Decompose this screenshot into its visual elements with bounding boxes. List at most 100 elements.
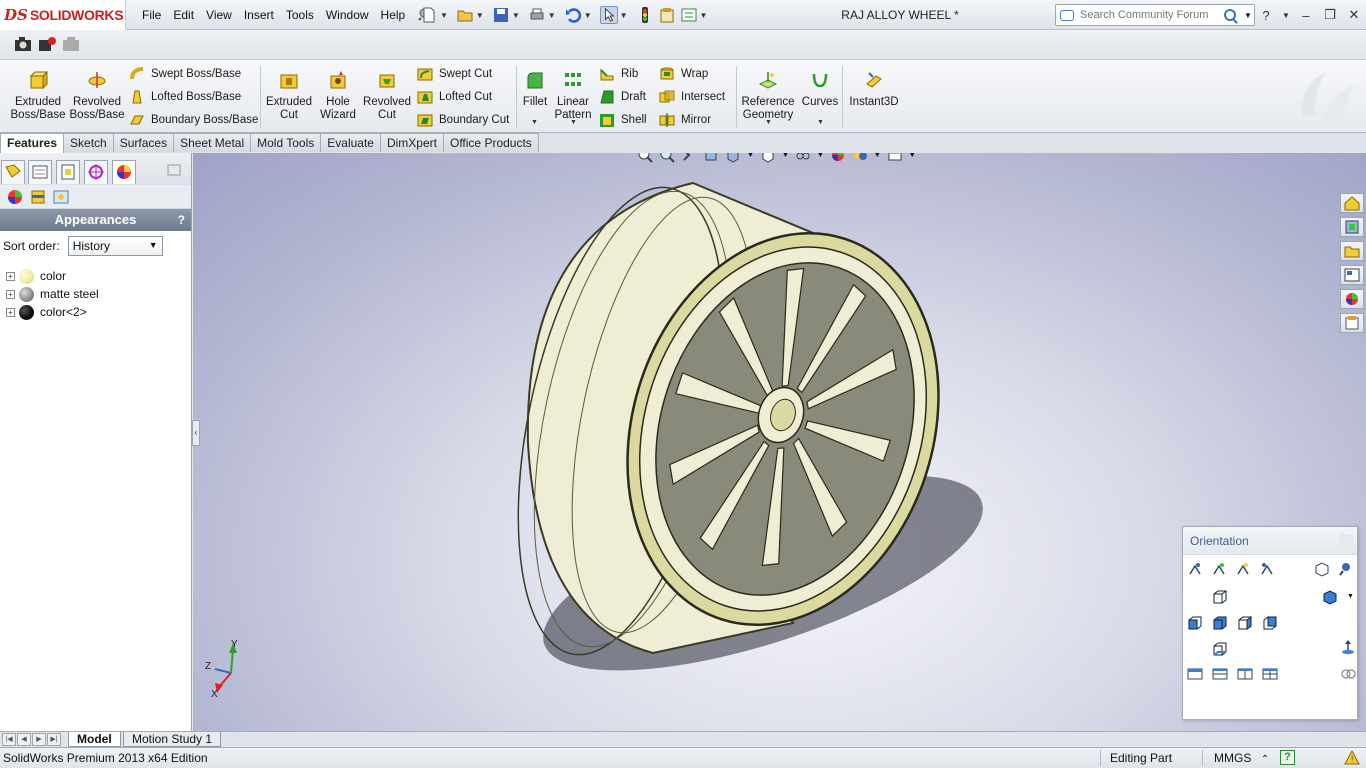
display-style-icon[interactable]	[760, 153, 776, 163]
chevron-down-icon[interactable]: ▼	[476, 11, 484, 20]
chevron-down-icon[interactable]: ▼	[747, 153, 754, 159]
search-box[interactable]: ▼	[1055, 4, 1255, 26]
chevron-down-icon[interactable]: ▼	[700, 11, 708, 20]
custom-properties-icon[interactable]	[1340, 313, 1364, 333]
zoom-to-fit-icon[interactable]	[637, 153, 653, 163]
back-view-icon[interactable]	[1262, 615, 1278, 631]
collapse-panel-handle[interactable]: ‹	[192, 420, 200, 446]
chevron-down-icon[interactable]: ▼	[570, 119, 577, 126]
mirror-button[interactable]: Mirror	[659, 110, 711, 130]
tab-sketch[interactable]: Sketch	[63, 133, 114, 152]
isometric-view-icon[interactable]	[1322, 589, 1338, 605]
apply-scene-icon[interactable]	[852, 153, 868, 163]
chevron-down-icon[interactable]: ▼	[548, 11, 556, 20]
tab-model[interactable]: Model	[68, 732, 121, 747]
print-icon[interactable]	[528, 6, 546, 24]
intersect-button[interactable]: Intersect	[659, 87, 725, 107]
expand-icon[interactable]: +	[6, 271, 15, 281]
rib-button[interactable]: Rib	[599, 64, 638, 84]
view-scene-icon[interactable]	[52, 188, 70, 206]
quick-tips-icon[interactable]: ?	[1280, 750, 1295, 765]
tree-item-color-2[interactable]: + color<2>	[0, 303, 191, 321]
save-icon[interactable]	[492, 6, 510, 24]
chevron-down-icon[interactable]: ▼	[584, 11, 592, 20]
first-tab-icon[interactable]: |◀	[2, 733, 16, 746]
property-manager-tab[interactable]	[28, 160, 52, 184]
chevron-down-icon[interactable]: ▼	[817, 153, 824, 159]
undo-icon[interactable]	[564, 6, 582, 24]
menu-view[interactable]: View	[200, 8, 238, 22]
chevron-down-icon[interactable]: ▼	[512, 11, 520, 20]
rebuild-icon[interactable]	[636, 6, 654, 24]
tab-sheet-metal[interactable]: Sheet Metal	[173, 133, 252, 152]
expand-icon[interactable]: +	[6, 289, 15, 299]
front-view-icon[interactable]	[1212, 615, 1228, 631]
design-library-icon[interactable]	[1340, 217, 1364, 237]
camera-icon[interactable]	[14, 36, 32, 52]
menu-edit[interactable]: Edit	[167, 8, 200, 22]
view-palette-icon[interactable]	[1340, 265, 1364, 285]
swept-cut-button[interactable]: Swept Cut	[417, 64, 492, 84]
display-manager-tab[interactable]	[112, 160, 136, 184]
view-decals-icon[interactable]	[29, 188, 47, 206]
options-icon[interactable]	[680, 6, 698, 24]
next-tab-icon[interactable]: ▶	[32, 733, 46, 746]
view-appearances-icon[interactable]	[6, 188, 24, 206]
search-input[interactable]	[1080, 9, 1220, 21]
restore-view-button[interactable]: ❐	[1325, 153, 1335, 154]
linear-pattern-button[interactable]: Linear Pattern	[553, 64, 593, 122]
view-selector-icon[interactable]	[1314, 561, 1330, 577]
revolved-cut-button[interactable]: Revolved Cut	[362, 64, 412, 122]
file-explorer-icon[interactable]	[1340, 241, 1364, 261]
tab-motion-study-1[interactable]: Motion Study 1	[123, 732, 222, 747]
single-view-icon[interactable]	[1187, 666, 1203, 682]
link-views-icon[interactable]	[1340, 666, 1356, 682]
chevron-down-icon[interactable]: ▼	[1347, 593, 1354, 600]
view-settings-icon[interactable]	[887, 153, 903, 163]
bottom-view-icon[interactable]	[1212, 641, 1228, 657]
menu-help[interactable]: Help	[375, 8, 412, 22]
tile-vertical-icon[interactable]: ▭	[1292, 153, 1302, 154]
two-view-horizontal-icon[interactable]	[1212, 666, 1228, 682]
tab-evaluate[interactable]: Evaluate	[320, 133, 381, 152]
file-properties-icon[interactable]	[658, 6, 676, 24]
shell-button[interactable]: Shell	[599, 110, 647, 130]
zoom-to-area-icon[interactable]	[659, 153, 675, 163]
pin-dialog-icon[interactable]	[1338, 561, 1354, 577]
menu-insert[interactable]: Insert	[238, 8, 280, 22]
chevron-down-icon[interactable]: ▼	[531, 119, 538, 126]
units-selector[interactable]: MMGS ⌃	[1214, 751, 1269, 765]
chevron-down-icon[interactable]: ▼	[817, 119, 824, 126]
reset-views-icon[interactable]	[1235, 561, 1251, 577]
search-icon[interactable]	[1224, 9, 1236, 21]
solidworks-resources-icon[interactable]	[1340, 193, 1364, 213]
edit-appearance-icon[interactable]	[830, 153, 846, 163]
chevron-down-icon[interactable]: ▼	[765, 119, 772, 126]
minimize-button[interactable]: –	[1298, 8, 1314, 23]
close-button[interactable]: ✕	[1346, 7, 1362, 23]
hole-wizard-button[interactable]: Hole Wizard	[316, 64, 360, 122]
close-view-button[interactable]: ✕	[1343, 153, 1352, 154]
appearances-scenes-icon[interactable]	[1340, 289, 1364, 309]
reference-geometry-button[interactable]: Reference Geometry	[740, 64, 796, 122]
menu-tools[interactable]: Tools	[280, 8, 320, 22]
tab-features[interactable]: Features	[0, 133, 65, 153]
tree-item-matte-steel[interactable]: + matte steel	[0, 285, 191, 303]
extruded-boss-button[interactable]: Extruded Boss/Base	[10, 64, 66, 122]
update-view-icon[interactable]	[1211, 561, 1227, 577]
open-folder-icon[interactable]	[456, 6, 474, 24]
chevron-down-icon[interactable]: ▼	[620, 11, 628, 20]
section-view-icon[interactable]	[703, 153, 719, 163]
view-orientation-icon[interactable]	[725, 153, 741, 163]
restore-button[interactable]: ❐	[1322, 7, 1338, 23]
last-tab-icon[interactable]: ▶|	[47, 733, 61, 746]
record-icon[interactable]	[38, 36, 56, 52]
chevron-down-icon[interactable]: ▼	[909, 153, 916, 159]
configuration-manager-tab[interactable]	[56, 160, 80, 184]
tab-surfaces[interactable]: Surfaces	[112, 133, 175, 152]
curves-button[interactable]: Curves	[800, 64, 840, 109]
chevron-down-icon[interactable]: ▼	[1282, 11, 1290, 20]
close-icon[interactable]	[1339, 534, 1353, 548]
fillet-button[interactable]: Fillet	[519, 64, 551, 109]
lofted-cut-button[interactable]: Lofted Cut	[417, 87, 492, 107]
